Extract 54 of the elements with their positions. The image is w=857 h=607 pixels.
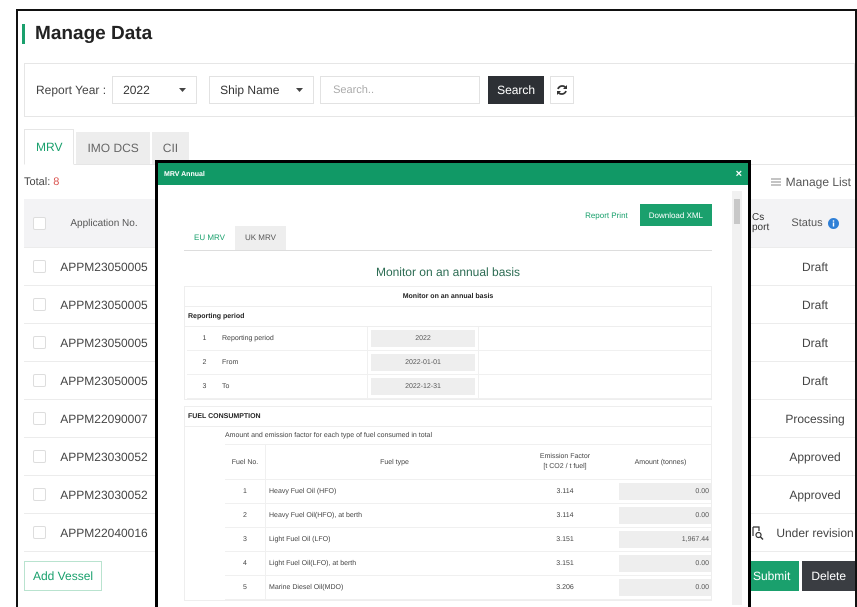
caret-icon — [296, 88, 304, 92]
row-checkbox[interactable] — [32, 298, 46, 311]
row-checkbox[interactable] — [32, 450, 46, 463]
section-heading: Monitor on an annual basis — [374, 265, 522, 279]
table-cell-text: APPM22040016 — [59, 526, 149, 540]
table-cell-text: Approved — [788, 450, 842, 464]
column-header: Cs port — [751, 213, 770, 233]
table-cell-text: Draft — [800, 298, 829, 312]
row-checkbox[interactable] — [32, 336, 46, 349]
table-cell: Under revision — [775, 526, 855, 540]
column-header: Application No. — [69, 218, 139, 228]
row-checkbox[interactable] — [32, 412, 46, 425]
caret-icon — [179, 88, 186, 92]
refresh-button[interactable] — [550, 76, 574, 104]
close-button[interactable]: × — [736, 168, 742, 180]
table-cell-text: APPM22090007 — [59, 412, 149, 426]
search-field[interactable]: Search.. — [320, 76, 480, 104]
year-select[interactable]: 2022 — [112, 76, 198, 104]
header-checkbox[interactable] — [32, 216, 46, 230]
table-cell-text: APPM23030052 — [59, 488, 149, 502]
row-checkbox[interactable] — [32, 488, 46, 501]
row-checkbox[interactable] — [32, 260, 46, 273]
download-button[interactable]: Download XML — [640, 204, 712, 226]
total-label: Total: — [24, 176, 50, 188]
table-cell-text: APPM23050005 — [59, 336, 149, 350]
total-count: 8 — [53, 176, 60, 188]
table-cell-text: APPM23050005 — [59, 374, 149, 388]
delete-button[interactable]: Delete — [802, 561, 855, 591]
add-button[interactable]: Add Vessel — [24, 561, 102, 591]
scroll-thumb[interactable] — [734, 199, 740, 224]
ship-select[interactable]: Ship Name — [209, 76, 314, 104]
column-header: Status — [791, 217, 839, 229]
tab[interactable]: UK MRV — [234, 226, 286, 250]
year-label: Report Year : — [36, 83, 106, 97]
table-cell-text: Draft — [800, 374, 829, 388]
list-icon — [770, 178, 781, 186]
info-icon — [828, 218, 839, 228]
table-cell-text: Draft — [800, 336, 829, 350]
table-cell-text: Approved — [788, 488, 842, 502]
table-cell-text: APPM23050005 — [59, 260, 149, 274]
manage-list-link[interactable]: Manage List — [770, 175, 851, 189]
row-checkbox[interactable] — [32, 374, 46, 387]
table-cell-text: APPM23050005 — [59, 298, 149, 312]
scrollbar[interactable] — [732, 191, 742, 605]
tab[interactable]: MRV — [24, 129, 74, 165]
table-cell-text: Processing — [784, 412, 846, 426]
refresh-icon — [556, 84, 568, 96]
search-button[interactable]: Search — [488, 76, 544, 104]
page-title: Manage Data — [35, 23, 152, 45]
row-checkbox[interactable] — [32, 526, 46, 539]
accent-bar — [22, 24, 25, 44]
tab[interactable]: IMO DCS — [76, 132, 150, 164]
table-cell-text: Draft — [800, 260, 829, 274]
table-cell-text: APPM23030052 — [59, 450, 149, 464]
